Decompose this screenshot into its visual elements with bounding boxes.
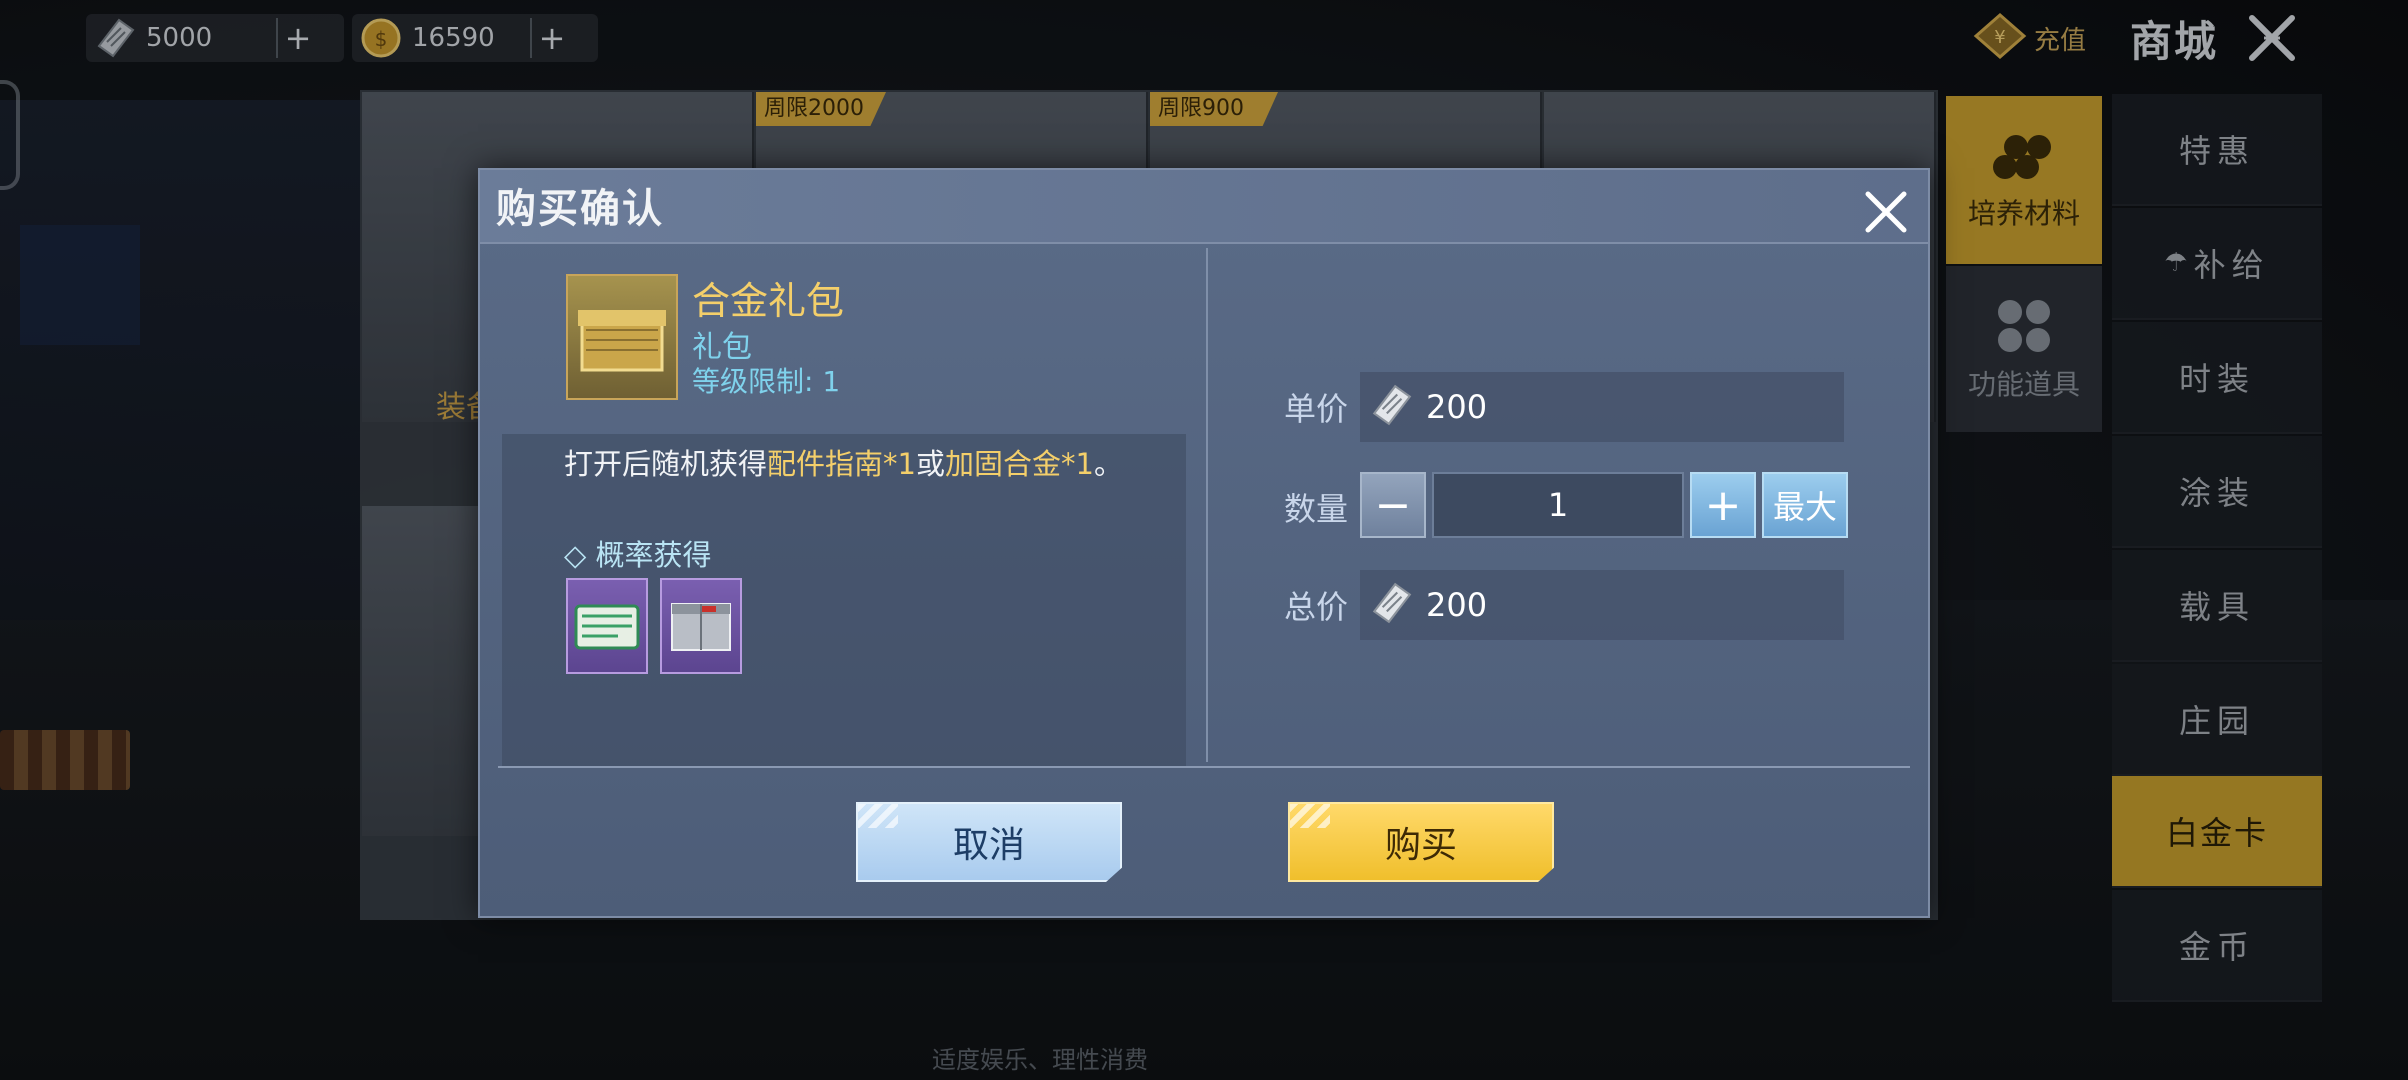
max-quantity-button[interactable]: 最大 xyxy=(1762,472,1848,538)
unit-price-field: 200 xyxy=(1360,372,1844,442)
buy-label: 购买 xyxy=(1384,825,1457,866)
desc-highlight: 配件指南*1 xyxy=(767,447,916,481)
total-price-value: 200 xyxy=(1426,586,1488,624)
item-description: 打开后随机获得配件指南*1或加固合金*1。 xyxy=(564,444,1124,484)
quantity-input[interactable]: 1 xyxy=(1432,472,1684,538)
decrease-quantity-button[interactable]: − xyxy=(1360,472,1426,538)
cancel-button[interactable]: 取消 xyxy=(856,802,1122,882)
total-price-field: 200 xyxy=(1360,570,1844,640)
alloy-gift-pack-icon xyxy=(566,274,678,400)
desc-text: 或 xyxy=(915,447,945,481)
item-level-limit: 等级限制: 1 xyxy=(692,365,841,398)
dialog-header xyxy=(480,170,1928,244)
desc-text: 。 xyxy=(1093,447,1123,481)
silver-ticket-icon xyxy=(1368,580,1414,630)
accessory-guide-book-icon[interactable] xyxy=(566,578,648,674)
probability-label: ◇ 概率获得 xyxy=(564,538,712,572)
horizontal-divider xyxy=(498,766,1910,768)
total-price-label: 总价 xyxy=(1284,588,1349,626)
close-icon[interactable] xyxy=(1858,184,1914,240)
button-stripe-decoration xyxy=(1290,804,1330,828)
vertical-divider xyxy=(1206,248,1208,762)
purchase-confirm-dialog: 购买确认 合金礼包 礼包 等级限制: 1 打开后随机获得配件指南*1或加固合金*… xyxy=(478,168,1930,918)
increase-quantity-button[interactable]: + xyxy=(1690,472,1756,538)
silver-ticket-icon xyxy=(1368,382,1414,432)
quantity-label: 数量 xyxy=(1284,490,1349,528)
unit-price-value: 200 xyxy=(1426,388,1488,426)
item-name: 合金礼包 xyxy=(692,279,845,323)
desc-text: 打开后随机获得 xyxy=(564,447,768,481)
unit-price-label: 单价 xyxy=(1284,390,1349,428)
cancel-label: 取消 xyxy=(952,825,1025,866)
buy-button[interactable]: 购买 xyxy=(1288,802,1554,882)
reinforced-alloy-icon[interactable] xyxy=(660,578,742,674)
dialog-title: 购买确认 xyxy=(496,186,664,232)
button-stripe-decoration xyxy=(858,804,898,828)
desc-highlight: 加固合金*1 xyxy=(944,447,1094,481)
